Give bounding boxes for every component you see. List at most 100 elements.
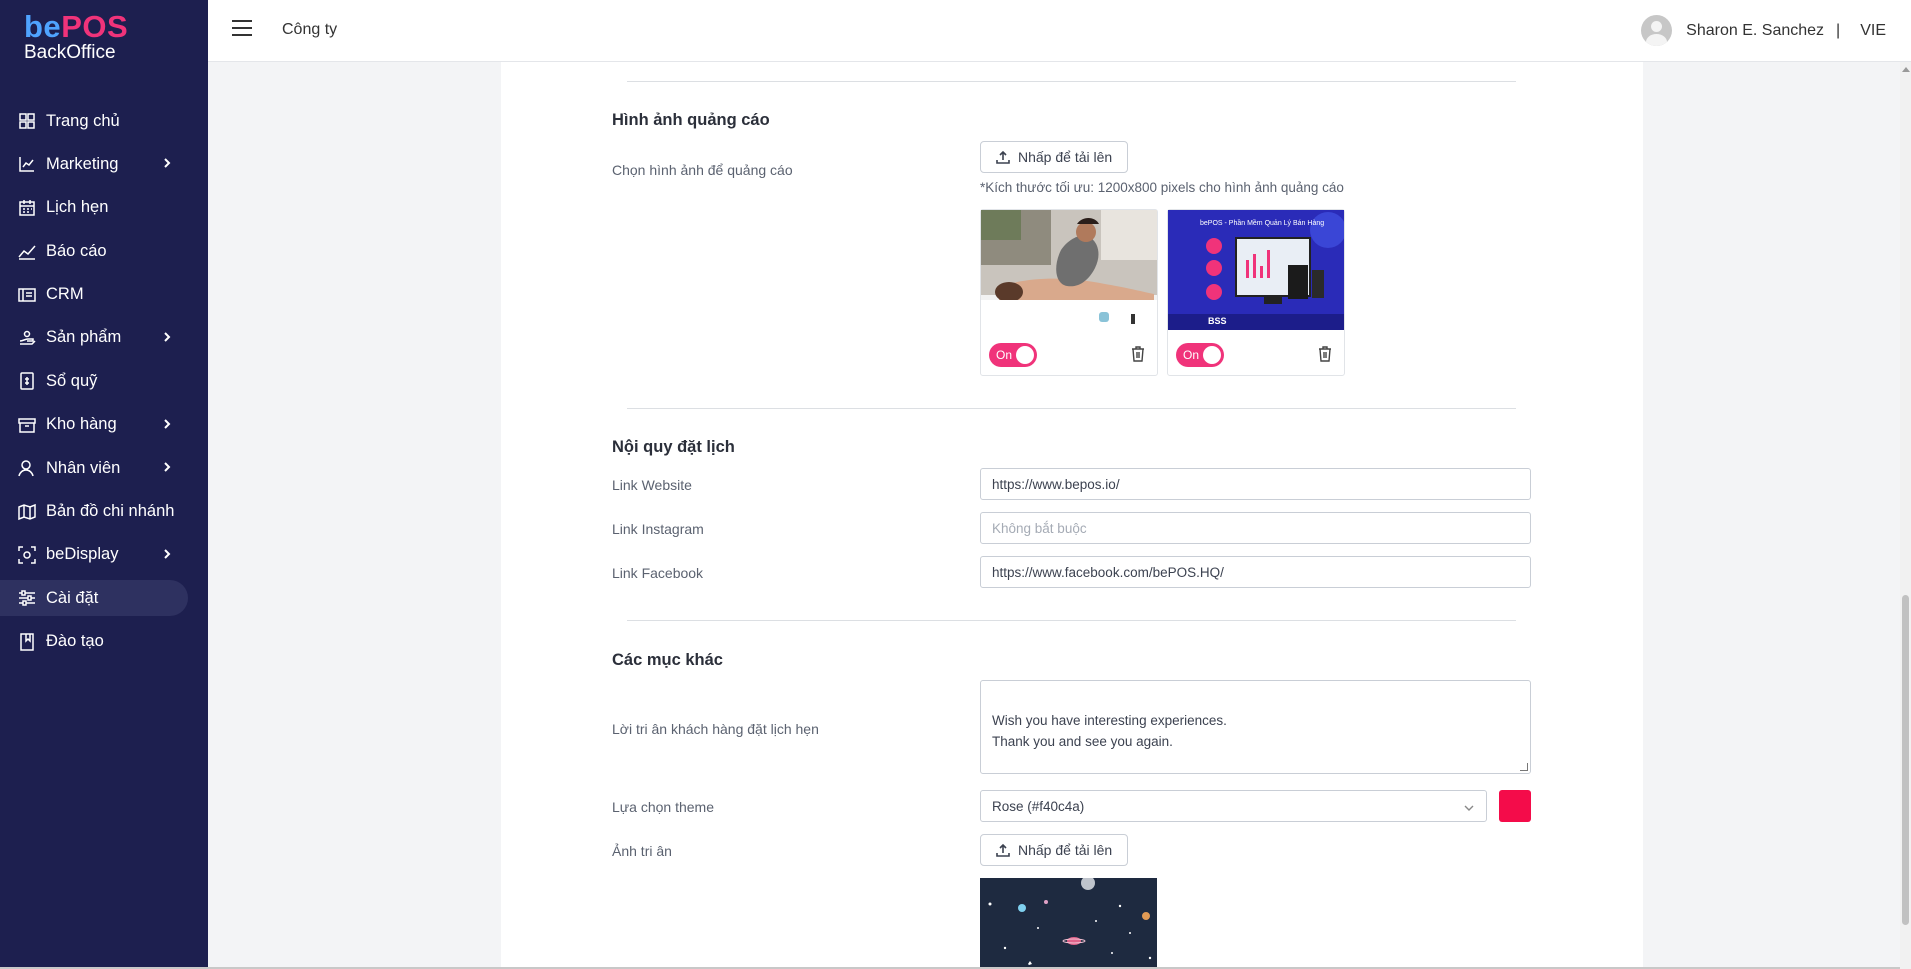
ad-toggle-switch[interactable]: On [1176, 343, 1224, 367]
separator: | [1836, 21, 1841, 39]
theme-label: Lựa chọn theme [612, 799, 714, 815]
thank-image-upload-button[interactable]: Nhấp để tải lên [980, 834, 1129, 866]
theme-color-swatch[interactable] [1499, 790, 1531, 822]
website-label: Link Website [612, 477, 692, 493]
upload-label: Nhấp để tải lên [1018, 842, 1113, 858]
toggle-knob [1016, 346, 1034, 364]
sidebar: bePOS BackOffice Trang chủ Marketing Lịc… [0, 0, 208, 969]
sidebar-item-label: Trang chủ [46, 111, 120, 130]
sidebar-item-label: Kho hàng [46, 415, 117, 434]
user-name[interactable]: Sharon E. Sanchez [1686, 22, 1824, 40]
chevron-right-icon [160, 460, 174, 474]
menu-toggle-icon[interactable] [232, 20, 252, 38]
upload-label: Nhấp để tải lên [1018, 149, 1113, 165]
app-logo[interactable]: bePOS BackOffice [24, 9, 129, 64]
chevron-right-icon [160, 156, 174, 170]
ad-image-bepos[interactable]: bePOS - Phần Mềm Quản Lý Bán Hàng BSS [1168, 210, 1344, 330]
divider [627, 408, 1516, 409]
chart-icon [18, 155, 36, 173]
divider [627, 81, 1516, 82]
avatar[interactable] [1641, 15, 1673, 46]
upload-icon [996, 843, 1010, 857]
breadcrumb[interactable]: Công ty [282, 21, 337, 39]
scroll-up-arrow-icon[interactable] [1902, 67, 1910, 72]
other-section-title: Các mục khác [612, 651, 723, 669]
sidebar-item-so-quy[interactable]: Sổ quỹ [0, 363, 208, 399]
warehouse-icon [18, 416, 36, 434]
ads-upload-button[interactable]: Nhấp để tải lên [980, 141, 1129, 173]
sidebar-item-crm[interactable]: CRM [0, 277, 208, 313]
ads-section-title: Hình ảnh quảng cáo [612, 111, 770, 129]
thanks-textarea[interactable]: Wish you have interesting experiences. T… [980, 680, 1531, 774]
instagram-label: Link Instagram [612, 521, 704, 537]
sidebar-item-san-pham[interactable]: Sản phẩm [0, 320, 208, 356]
promo-caption: bePOS - Phần Mềm Quản Lý Bán Hàng [1200, 218, 1324, 227]
resize-handle-icon[interactable] [1520, 763, 1528, 771]
delete-icon[interactable] [1131, 346, 1147, 362]
chevron-right-icon [160, 417, 174, 431]
facebook-label: Link Facebook [612, 565, 704, 581]
toggle-label: On [1183, 348, 1200, 362]
sidebar-item-bedisplay[interactable]: beDisplay [0, 537, 208, 573]
language-switch[interactable]: VIE [1860, 22, 1886, 40]
theme-selected-value: Rose (#f40c4a) [992, 799, 1085, 814]
sidebar-item-label: Báo cáo [46, 241, 107, 260]
chevron-right-icon [160, 330, 174, 344]
scrollbar-thumb[interactable] [1902, 595, 1909, 925]
upload-icon [996, 150, 1010, 164]
instagram-input[interactable]: Không bắt buộc [980, 512, 1531, 544]
sidebar-item-label: Sổ quỹ [46, 371, 98, 390]
sidebar-item-label: Marketing [46, 154, 119, 173]
chevron-down-icon [1464, 801, 1474, 811]
sidebar-item-label: Nhân viên [46, 458, 121, 477]
calendar-icon [18, 199, 36, 217]
user-menu[interactable]: Sharon E. Sanchez | VIE [1641, 15, 1886, 46]
grid-icon [18, 112, 36, 130]
sidebar-item-label: Bản đồ chi nhánh [46, 502, 175, 521]
ad-image-spa[interactable] [981, 210, 1157, 330]
trend-icon [18, 242, 36, 260]
settings-icon [18, 589, 36, 607]
promo-brand: BSS [1208, 316, 1227, 326]
sidebar-item-trang-chu[interactable]: Trang chủ [0, 103, 208, 139]
ad-image-card: bePOS - Phần Mềm Quản Lý Bán Hàng BSS On [1167, 209, 1345, 376]
sidebar-item-ban-do[interactable]: Bản đồ chi nhánh [0, 494, 208, 530]
ad-toggle-switch[interactable]: On [989, 343, 1037, 367]
sidebar-item-lich-hen[interactable]: Lịch hẹn [0, 190, 208, 226]
website-input[interactable]: https://www.bepos.io/ [980, 468, 1531, 500]
map-icon [18, 503, 36, 521]
sidebar-item-dao-tao[interactable]: Đào tạo [0, 624, 208, 660]
sidebar-item-label: Sản phẩm [46, 328, 122, 347]
ads-choose-label: Chọn hình ảnh để quảng cáo [612, 162, 793, 178]
sidebar-item-cai-dat[interactable]: Cài đặt [0, 580, 188, 617]
logo-subtitle: BackOffice [24, 42, 116, 63]
sidebar-nav: Trang chủ Marketing Lịch hẹn Báo cáo CRM… [0, 103, 208, 667]
ad-image-card: On [980, 209, 1158, 376]
thanks-text: Wish you have interesting experiences. T… [992, 713, 1227, 749]
page-scrollbar[interactable] [1900, 62, 1911, 969]
crm-icon [18, 286, 36, 304]
chevron-right-icon [160, 547, 174, 561]
divider [627, 620, 1516, 621]
book-icon [18, 632, 36, 651]
product-icon [18, 329, 36, 347]
theme-select[interactable]: Rose (#f40c4a) [980, 790, 1487, 822]
sidebar-item-label: CRM [46, 285, 84, 304]
sidebar-item-label: Lịch hẹn [46, 198, 109, 217]
toggle-knob [1203, 346, 1221, 364]
sidebar-item-nhan-vien[interactable]: Nhân viên [0, 450, 208, 486]
sidebar-item-kho-hang[interactable]: Kho hàng [0, 407, 208, 443]
delete-icon[interactable] [1318, 346, 1334, 362]
sidebar-item-marketing[interactable]: Marketing [0, 146, 208, 182]
sidebar-item-label: Đào tạo [46, 632, 104, 651]
thank-image-preview[interactable] [980, 878, 1157, 969]
top-header: Công ty Sharon E. Sanchez | VIE [208, 0, 1911, 62]
sidebar-item-label: Cài đặt [46, 588, 99, 607]
logo-be: be [24, 9, 62, 44]
logo-pos: POS [61, 9, 129, 44]
sidebar-item-bao-cao[interactable]: Báo cáo [0, 233, 208, 269]
facebook-input[interactable]: https://www.facebook.com/bePOS.HQ/ [980, 556, 1531, 588]
ads-size-hint: *Kích thước tối ưu: 1200x800 pixels cho … [980, 180, 1344, 195]
toggle-label: On [996, 348, 1013, 362]
thank-image-label: Ảnh tri ân [612, 843, 672, 859]
